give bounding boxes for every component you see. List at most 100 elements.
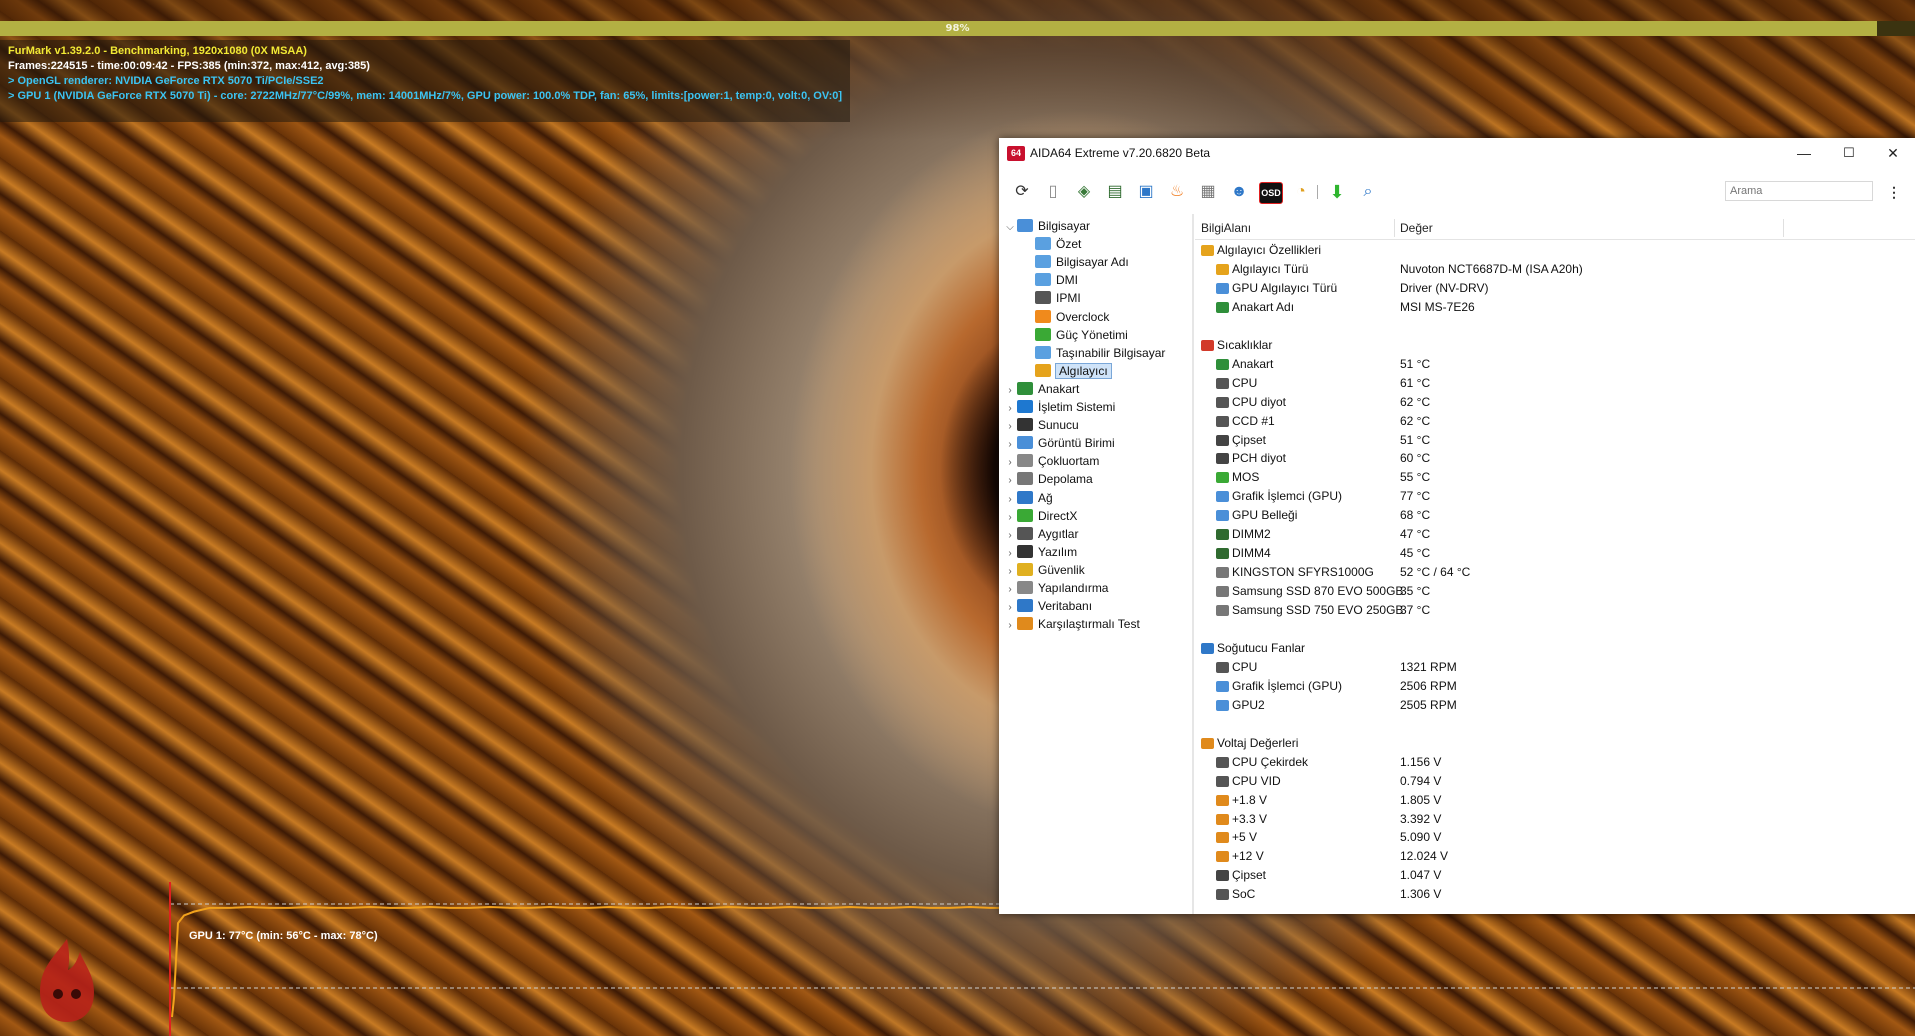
group-header[interactable]: Algılayıcı Özellikleri bbox=[1195, 241, 1915, 260]
tree-item-label: Bilgisayar bbox=[1038, 219, 1091, 233]
tree-item[interactable]: DMI bbox=[1035, 271, 1078, 289]
column-separator[interactable] bbox=[1783, 219, 1784, 237]
tree-item[interactable]: ⌵ Bilgisayar bbox=[1003, 217, 1090, 235]
tree-item-label: Karşılaştırmalı Test bbox=[1038, 617, 1140, 632]
tree-item[interactable]: Özet bbox=[1035, 235, 1081, 253]
table-row[interactable]: +12 V 12.024 V bbox=[1195, 847, 1915, 866]
table-row[interactable]: MOS 55 °C bbox=[1195, 468, 1915, 487]
more-options-button[interactable]: ⋮ bbox=[1887, 181, 1901, 203]
tree-item[interactable]: › Ağ bbox=[1003, 489, 1053, 507]
tree-item[interactable]: › Karşılaştırmalı Test bbox=[1003, 615, 1140, 633]
user-icon[interactable]: ☻ bbox=[1228, 182, 1250, 202]
report-icon[interactable]: ▯ bbox=[1042, 182, 1064, 202]
pane-divider[interactable] bbox=[1192, 214, 1194, 914]
column-separator[interactable] bbox=[1394, 219, 1395, 237]
row-icon bbox=[1216, 756, 1229, 768]
tree-item[interactable]: › Yapılandırma bbox=[1003, 579, 1108, 597]
download-icon[interactable]: ⬇ bbox=[1326, 182, 1348, 202]
tree-item[interactable]: › Anakart bbox=[1003, 380, 1079, 398]
gauge-icon[interactable]: ◔ bbox=[1290, 182, 1312, 202]
table-row[interactable]: Grafik İşlemci (GPU) 77 °C bbox=[1195, 487, 1915, 506]
gpu-temperature-line bbox=[171, 906, 1190, 1018]
furmark-frames-line: Frames:224515 - time:00:09:42 - FPS:385 … bbox=[8, 60, 370, 72]
maximize-button[interactable]: ☐ bbox=[1827, 141, 1871, 165]
table-row[interactable]: Algılayıcı Türü Nuvoton NCT6687D-M (ISA A… bbox=[1195, 260, 1915, 279]
tree-item[interactable]: Bilgisayar Adı bbox=[1035, 253, 1129, 271]
table-row[interactable]: Çipset 1.047 V bbox=[1195, 866, 1915, 885]
tree-item[interactable]: › Görüntü Birimi bbox=[1003, 434, 1115, 452]
table-row[interactable]: +5 V 5.090 V bbox=[1195, 828, 1915, 847]
refresh-icon[interactable]: ⟳ bbox=[1011, 182, 1033, 202]
table-row[interactable]: +3.3 V 3.392 V bbox=[1195, 810, 1915, 829]
table-row[interactable]: GPU2 2505 RPM bbox=[1195, 696, 1915, 715]
table-row[interactable]: Anakart Adı MSI MS-7E26 bbox=[1195, 298, 1915, 317]
table-row[interactable]: Çipset 51 °C bbox=[1195, 431, 1915, 450]
title-bar[interactable]: 64 AIDA64 Extreme v7.20.6820 Beta — ☐ ✕ bbox=[999, 138, 1915, 168]
table-row[interactable]: CPU Çekirdek 1.156 V bbox=[1195, 753, 1915, 772]
row-field-name: CPU VID bbox=[1232, 773, 1281, 788]
expanded-chevron-icon[interactable]: ⌵ bbox=[1003, 219, 1017, 237]
search-icon[interactable]: ⌕ bbox=[1357, 182, 1379, 202]
furmark-flame-logo-icon bbox=[40, 939, 94, 1022]
list-header: BilgiAlanı Değer bbox=[1195, 217, 1915, 240]
column-header-field[interactable]: BilgiAlanı bbox=[1201, 221, 1251, 235]
row-icon bbox=[1216, 794, 1229, 806]
osd-icon[interactable]: OSD bbox=[1259, 182, 1283, 204]
tree-item-label: Güvenlik bbox=[1038, 562, 1085, 577]
table-row[interactable]: DIMM2 47 °C bbox=[1195, 525, 1915, 544]
table-row[interactable]: CPU VID 0.794 V bbox=[1195, 772, 1915, 791]
table-row[interactable]: CPU 61 °C bbox=[1195, 374, 1915, 393]
flame-icon[interactable]: ♨ bbox=[1166, 182, 1188, 202]
table-row[interactable]: CPU 1321 RPM bbox=[1195, 658, 1915, 677]
group-header[interactable]: Soğutucu Fanlar bbox=[1195, 639, 1915, 658]
tree-item-label: DirectX bbox=[1038, 508, 1078, 523]
tree-item[interactable]: IPMI bbox=[1035, 289, 1081, 307]
table-row[interactable]: +1.8 V 1.805 V bbox=[1195, 791, 1915, 810]
row-field-name: SoC bbox=[1232, 887, 1256, 902]
tree-item[interactable]: Güç Yönetimi bbox=[1035, 326, 1128, 344]
table-row[interactable]: DIMM4 45 °C bbox=[1195, 544, 1915, 563]
tree-item[interactable]: › Depolama bbox=[1003, 470, 1093, 488]
tree-item-icon bbox=[1017, 219, 1033, 232]
group-header[interactable]: Sıcaklıklar bbox=[1195, 336, 1915, 355]
row-field-name: CPU diyot bbox=[1232, 394, 1287, 409]
row-field-name: CCD #1 bbox=[1232, 413, 1275, 428]
table-row[interactable]: KINGSTON SFYRS1000G 52 °C / 64 °C bbox=[1195, 563, 1915, 582]
table-row[interactable]: GPU Algılayıcı Türü Driver (NV-DRV) bbox=[1195, 279, 1915, 298]
close-button[interactable]: ✕ bbox=[1871, 141, 1915, 165]
benchmark-progress-text: 98% bbox=[945, 23, 970, 34]
tree-item[interactable]: › Aygıtlar bbox=[1003, 525, 1078, 543]
group-header[interactable]: Voltaj Değerleri bbox=[1195, 734, 1915, 753]
tree-item[interactable]: › Güvenlik bbox=[1003, 561, 1085, 579]
table-row[interactable]: CPU diyot 62 °C bbox=[1195, 393, 1915, 412]
table-row[interactable]: Samsung SSD 870 EVO 500GB 35 °C bbox=[1195, 582, 1915, 601]
minimize-button[interactable]: — bbox=[1782, 141, 1826, 165]
row-value: 35 °C bbox=[1400, 584, 1431, 599]
collapsed-chevron-icon[interactable]: › bbox=[1003, 617, 1017, 635]
table-row[interactable]: GPU Belleği 68 °C bbox=[1195, 506, 1915, 525]
column-header-value[interactable]: Değer bbox=[1400, 221, 1433, 235]
tree-item[interactable]: › Çokluortam bbox=[1003, 452, 1099, 470]
tree-item[interactable]: › DirectX bbox=[1003, 507, 1077, 525]
row-icon bbox=[1216, 889, 1229, 901]
memory-icon[interactable]: ▤ bbox=[1104, 182, 1126, 202]
network-icon[interactable]: ▣ bbox=[1135, 182, 1157, 202]
table-row[interactable]: Grafik İşlemci (GPU) 2506 RPM bbox=[1195, 677, 1915, 696]
motherboard-icon[interactable]: ◈ bbox=[1073, 182, 1095, 202]
table-row[interactable]: Anakart 51 °C bbox=[1195, 355, 1915, 374]
tree-item[interactable]: › Yazılım bbox=[1003, 543, 1077, 561]
tree-item[interactable]: › İşletim Sistemi bbox=[1003, 398, 1115, 416]
cpuid-icon[interactable]: ▦ bbox=[1197, 182, 1219, 202]
tree-item[interactable]: Taşınabilir Bilgisayar bbox=[1035, 344, 1165, 362]
table-row[interactable]: PCH diyot 60 °C bbox=[1195, 449, 1915, 468]
table-row[interactable]: Samsung SSD 750 EVO 250GB 37 °C bbox=[1195, 601, 1915, 620]
row-field-name: CPU bbox=[1232, 659, 1258, 674]
search-input[interactable] bbox=[1725, 181, 1873, 201]
tree-item[interactable]: › Veritabanı bbox=[1003, 597, 1092, 615]
table-row[interactable]: CCD #1 62 °C bbox=[1195, 412, 1915, 431]
table-row[interactable]: SoC 1.306 V bbox=[1195, 885, 1915, 904]
tree-item[interactable]: › Sunucu bbox=[1003, 416, 1079, 434]
row-value: 51 °C bbox=[1400, 356, 1431, 371]
tree-item[interactable]: Overclock bbox=[1035, 308, 1109, 326]
tree-item[interactable]: Algılayıcı bbox=[1035, 362, 1112, 380]
